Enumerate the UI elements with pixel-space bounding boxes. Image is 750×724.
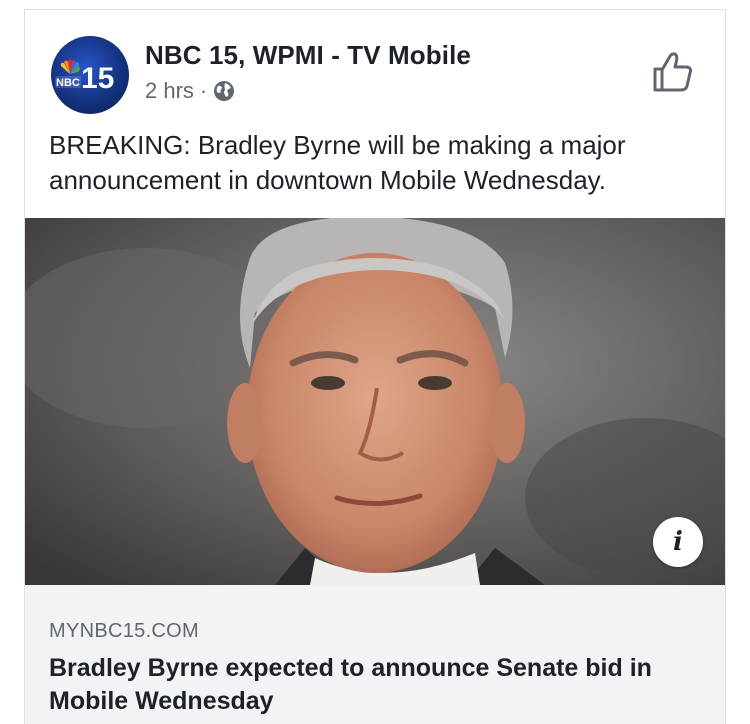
thumbs-up-icon[interactable] xyxy=(651,50,695,94)
link-preview[interactable]: MYNBC15.COM Bradley Byrne expected to an… xyxy=(25,585,725,724)
link-image[interactable]: i xyxy=(25,218,725,585)
nbc-peacock-logo-icon: NBC 15 xyxy=(55,59,114,95)
portrait-photo xyxy=(25,218,725,585)
avatar-logo-number: 15 xyxy=(81,62,114,95)
post-card: NBC 15 NBC 15, WPMI - TV Mobile 2 hrs · … xyxy=(24,9,726,724)
meta-separator: · xyxy=(199,78,208,103)
post-message: BREAKING: Bradley Byrne will be making a… xyxy=(49,130,626,195)
link-domain: MYNBC15.COM xyxy=(49,620,199,642)
page-name-link[interactable]: NBC 15, WPMI - TV Mobile xyxy=(145,40,471,71)
globe-icon xyxy=(214,81,235,101)
page-avatar[interactable]: NBC 15 xyxy=(51,36,129,114)
post-time[interactable]: 2 hrs xyxy=(145,78,194,104)
post-meta: 2 hrs · xyxy=(145,78,235,104)
info-button[interactable]: i xyxy=(653,517,703,567)
link-headline[interactable]: Bradley Byrne expected to announce Senat… xyxy=(49,652,709,718)
avatar-logo-text: NBC xyxy=(56,77,80,89)
post-header: NBC 15 NBC 15, WPMI - TV Mobile 2 hrs · xyxy=(25,10,725,120)
